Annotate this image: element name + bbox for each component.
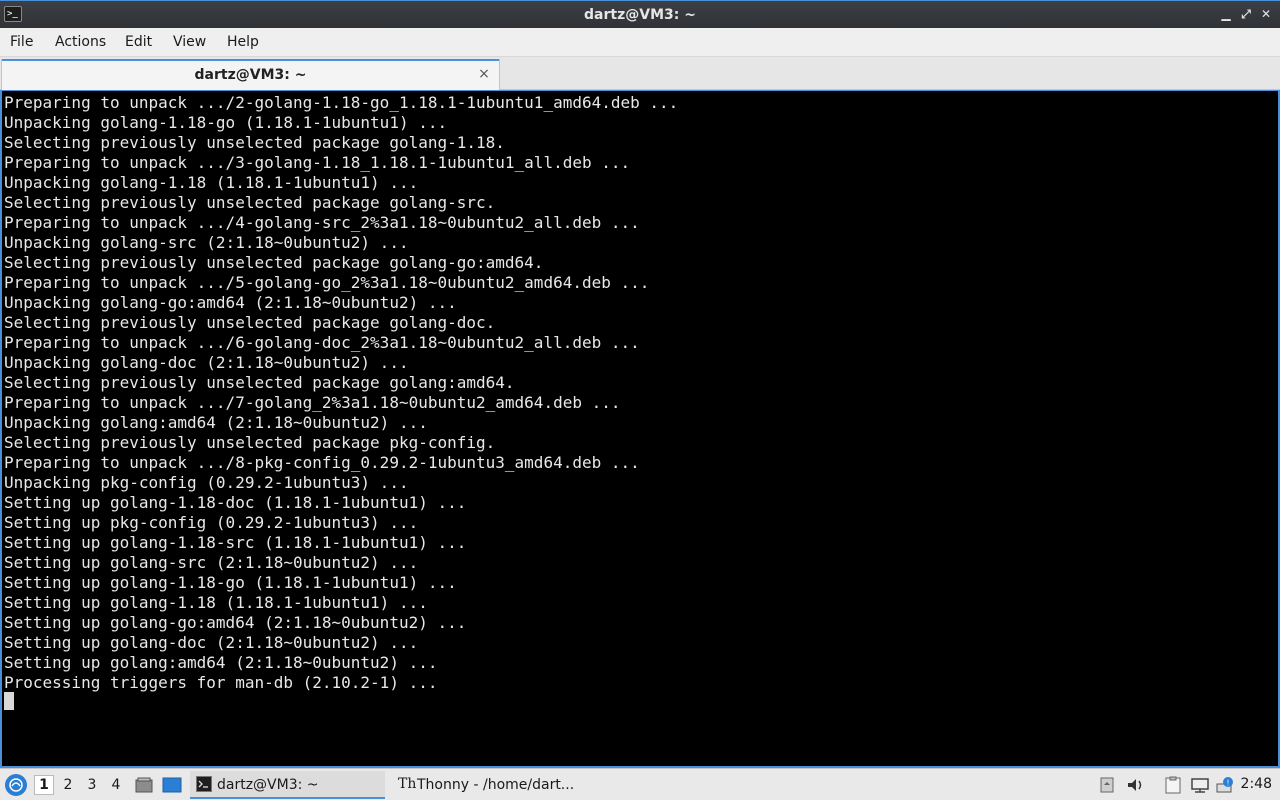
terminal-line: Setting up pkg-config (0.29.2-1ubuntu3) … [4, 513, 419, 532]
terminal-line: Setting up golang-go:amd64 (2:1.18~0ubun… [4, 613, 467, 632]
terminal-line: Selecting previously unselected package … [4, 313, 496, 332]
terminal-line: Unpacking golang:amd64 (2:1.18~0ubuntu2)… [4, 413, 428, 432]
close-icon[interactable]: ✕ [1258, 6, 1274, 22]
workspace-3[interactable]: 3 [82, 775, 102, 795]
workspace-4[interactable]: 4 [106, 775, 126, 795]
terminal-line: Processing triggers for man-db (2.10.2-1… [4, 673, 438, 692]
terminal-line: Unpacking golang-1.18-go (1.18.1-1ubuntu… [4, 113, 448, 132]
clipboard-icon[interactable] [1163, 776, 1183, 794]
task-label: dartz@VM3: ~ [217, 777, 319, 793]
terminal-line: Preparing to unpack .../7-golang_2%3a1.1… [4, 393, 621, 412]
workspace-2[interactable]: 2 [58, 775, 78, 795]
menu-view[interactable]: View [173, 34, 206, 50]
task-label: Thonny - /home/dart... [417, 777, 575, 793]
terminal-line: Selecting previously unselected package … [4, 433, 496, 452]
terminal-line: Selecting previously unselected package … [4, 193, 496, 212]
terminal-line: Setting up golang:amd64 (2:1.18~0ubuntu2… [4, 653, 438, 672]
terminal-line: Preparing to unpack .../2-golang-1.18-go… [4, 93, 679, 112]
volume-icon[interactable] [1126, 776, 1146, 794]
terminal-line: Selecting previously unselected package … [4, 373, 515, 392]
svg-text:!: ! [1227, 779, 1229, 788]
minimize-icon[interactable]: ▁ [1218, 6, 1234, 22]
terminal-line: Unpacking pkg-config (0.29.2-1ubuntu3) .… [4, 473, 409, 492]
terminal-text: Preparing to unpack .../2-golang-1.18-go… [4, 93, 678, 693]
terminal-line: Preparing to unpack .../4-golang-src_2%3… [4, 213, 640, 232]
menu-file[interactable]: File [10, 34, 33, 50]
terminal-output[interactable]: Preparing to unpack .../2-golang-1.18-go… [0, 90, 1280, 768]
task-thonny[interactable]: Th Thonny - /home/dart... [392, 771, 592, 799]
clock[interactable]: 2:48 [1241, 776, 1272, 792]
tab-close-icon[interactable]: × [477, 66, 491, 82]
update-notifier-icon[interactable]: ! [1216, 776, 1236, 794]
terminal-line: Preparing to unpack .../8-pkg-config_0.2… [4, 453, 640, 472]
terminal-line: Unpacking golang-go:amd64 (2:1.18~0ubunt… [4, 293, 457, 312]
tab-terminal[interactable]: dartz@VM3: ~ × [1, 59, 500, 90]
terminal-line: Unpacking golang-doc (2:1.18~0ubuntu2) .… [4, 353, 409, 372]
tab-bar: dartz@VM3: ~ × [0, 57, 1280, 90]
terminal-line: Preparing to unpack .../5-golang-go_2%3a… [4, 273, 650, 292]
menu-edit[interactable]: Edit [125, 34, 152, 50]
terminal-line: Selecting previously unselected package … [4, 133, 505, 152]
menu-bar: File Actions Edit View Help [0, 28, 1280, 57]
menu-help[interactable]: Help [227, 34, 259, 50]
terminal-line: Setting up golang-doc (2:1.18~0ubuntu2) … [4, 633, 419, 652]
show-desktop-icon[interactable] [162, 776, 182, 794]
terminal-line: Setting up golang-1.18-go (1.18.1-1ubunt… [4, 573, 457, 592]
workspace-1[interactable]: 1 [34, 775, 54, 795]
window-titlebar[interactable]: >_ dartz@VM3: ~ ▁ ⤢ ✕ [0, 0, 1280, 28]
terminal-line: Setting up golang-1.18 (1.18.1-1ubuntu1)… [4, 593, 428, 612]
storage-icon[interactable] [1098, 776, 1118, 794]
lubuntu-logo-icon [9, 778, 23, 792]
tab-label: dartz@VM3: ~ [194, 67, 307, 83]
terminal-line: Selecting previously unselected package … [4, 253, 544, 272]
start-menu-button[interactable] [5, 774, 27, 796]
task-terminal[interactable]: dartz@VM3: ~ [190, 771, 385, 799]
window-title: dartz@VM3: ~ [584, 7, 696, 23]
network-icon[interactable] [1190, 776, 1210, 794]
file-manager-icon[interactable] [134, 776, 154, 794]
terminal-line: Setting up golang-1.18-src (1.18.1-1ubun… [4, 533, 467, 552]
maximize-icon[interactable]: ⤢ [1238, 6, 1254, 22]
terminal-line: Preparing to unpack .../6-golang-doc_2%3… [4, 333, 640, 352]
menu-actions[interactable]: Actions [55, 34, 106, 50]
terminal-line: Unpacking golang-src (2:1.18~0ubuntu2) .… [4, 233, 409, 252]
terminal-line: Preparing to unpack .../3-golang-1.18_1.… [4, 153, 631, 172]
taskbar: 1 2 3 4 dartz@VM3: ~ Th Thonny - /home/d… [0, 768, 1280, 800]
terminal-line: Unpacking golang-1.18 (1.18.1-1ubuntu1) … [4, 173, 419, 192]
terminal-line: Setting up golang-1.18-doc (1.18.1-1ubun… [4, 493, 467, 512]
terminal-icon [196, 776, 212, 792]
thonny-icon: Th [398, 776, 417, 792]
terminal-cursor [4, 692, 14, 710]
terminal-line: Setting up golang-src (2:1.18~0ubuntu2) … [4, 553, 419, 572]
